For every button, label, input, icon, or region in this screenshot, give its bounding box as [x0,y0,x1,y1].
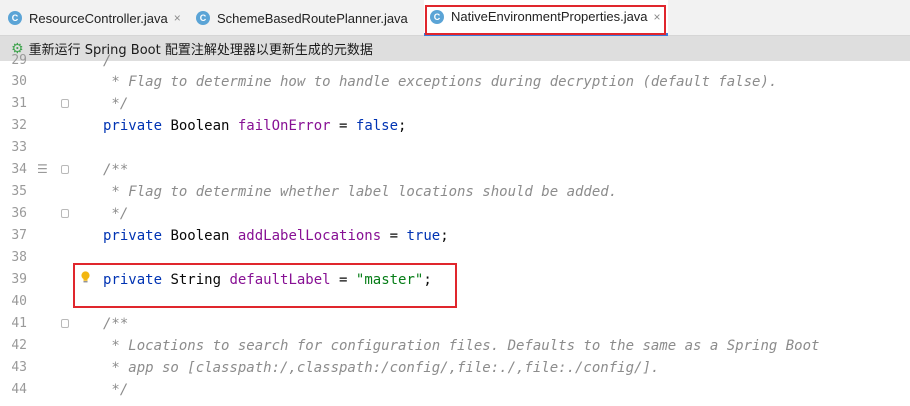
code-line: 40 [0,291,910,313]
java-class-icon: C [8,11,22,25]
code-line: 36 */ [0,203,910,225]
line-number: 33 [11,140,27,155]
line-number: 44 [11,382,27,397]
lightbulb-icon[interactable] [79,271,92,284]
editor-tab-bar: C ResourceController.java × C SchemeBase… [0,0,910,36]
line-number: 36 [11,206,27,221]
code-line: 38 [0,247,910,269]
line-number: 34 [11,162,27,177]
line-number: 43 [11,360,27,375]
comment-text: * app so [classpath:/,classpath:/config/… [103,360,660,376]
line-number: 42 [11,338,27,353]
code-line: 42 * Locations to search for configurati… [0,335,910,357]
code-line: 32 private Boolean failOnError = false; [0,115,910,137]
line-number: 31 [11,96,27,111]
tab-resource-controller[interactable]: C ResourceController.java × [8,0,181,36]
comment-text: /** [103,316,129,332]
code-line: 31 */ [0,93,910,115]
comment-text: * Locations to search for configuration … [103,338,820,354]
code-line: 44 */ [0,379,910,401]
code-line: 30 * Flag to determine how to handle exc… [0,71,910,93]
java-class-icon: C [196,11,210,25]
line-number: 39 [11,272,27,287]
code-line: 37 private Boolean addLabelLocations = t… [0,225,910,247]
fold-icon[interactable] [61,319,69,328]
line-number: 35 [11,184,27,199]
line-number: 40 [11,294,27,309]
code-line: 29 / [0,50,910,72]
comment-text: * Flag to determine how to handle except… [103,74,778,90]
tab-native-environment-properties[interactable]: C NativeEnvironmentProperties.java × [424,0,668,36]
tab-label: NativeEnvironmentProperties.java [451,9,648,24]
code-line: 35 * Flag to determine whether label loc… [0,181,910,203]
line-number: 38 [11,250,27,265]
comment-text: /** [103,162,129,178]
comment-text: */ [103,382,129,398]
close-icon[interactable]: × [174,11,181,25]
line-number: 29 [11,53,27,68]
fold-icon[interactable] [61,209,69,218]
code-line: 33 [0,137,910,159]
java-class-icon: C [430,9,444,24]
line-number: 30 [11,74,27,89]
line-number: 32 [11,118,27,133]
comment-text: */ [103,206,129,222]
tab-label: SchemeBasedRoutePlanner.java [217,10,408,26]
tab-scheme-based-route-planner[interactable]: C SchemeBasedRoutePlanner.java [196,0,408,36]
code-line: 41 /** [0,313,910,335]
fold-icon[interactable] [61,165,69,174]
code-text: private String defaultLabel = "master"; [103,272,432,288]
comment-text: * Flag to determine whether label locati… [103,184,618,200]
fold-icon[interactable] [61,99,69,108]
tab-label: ResourceController.java [29,10,168,26]
code-text: / [103,53,112,69]
close-icon[interactable]: × [654,10,661,24]
line-number: 37 [11,228,27,243]
line-number: 41 [11,316,27,331]
comment-text: */ [103,96,129,112]
code-line: 39 private String defaultLabel = "master… [0,269,910,291]
doc-render-icon[interactable]: ☰ [37,163,48,175]
code-text: private Boolean addLabelLocations = true… [103,228,449,244]
code-text: private Boolean failOnError = false; [103,118,407,134]
code-line: 43 * app so [classpath:/,classpath:/conf… [0,357,910,379]
code-line: 34 ☰ /** [0,159,910,181]
